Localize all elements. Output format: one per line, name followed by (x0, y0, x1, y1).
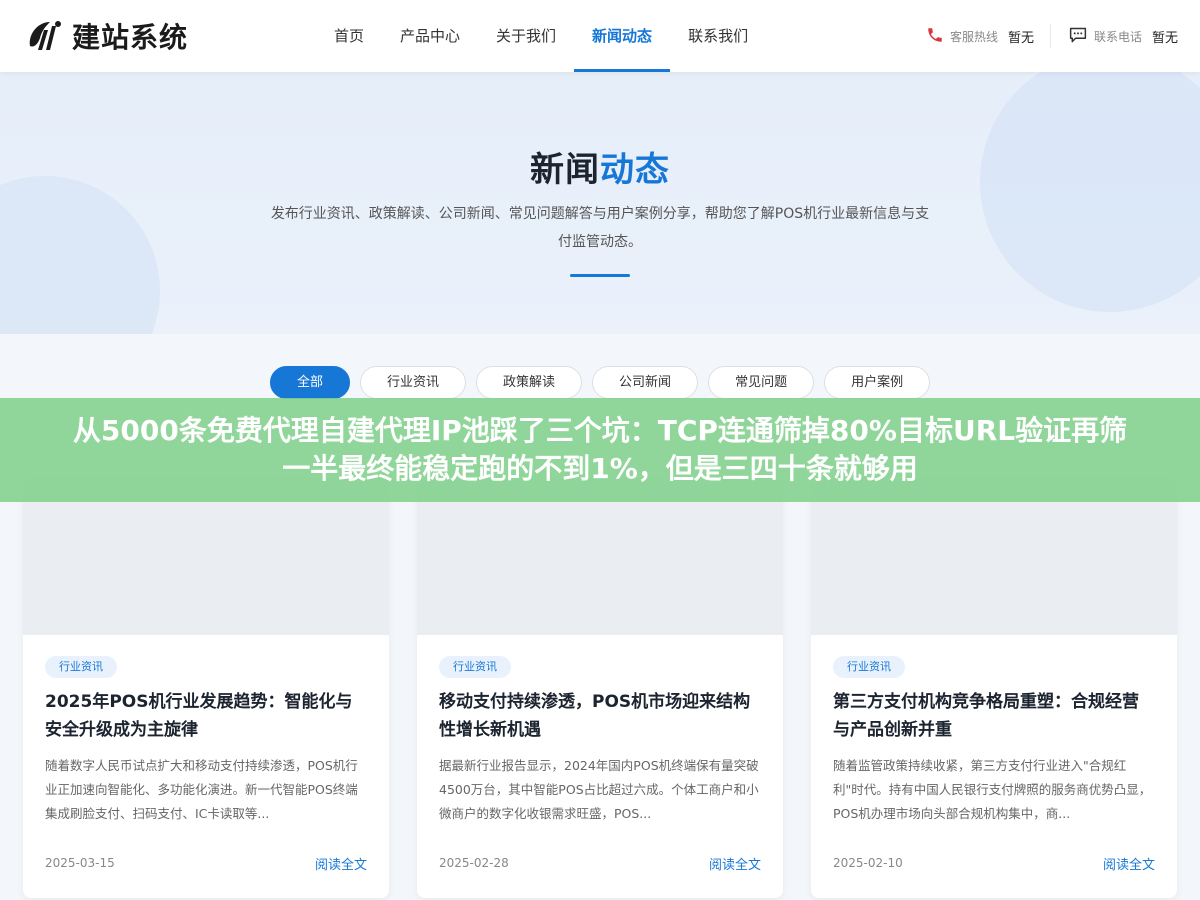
hotline-value: 暂无 (1008, 30, 1035, 46)
news-excerpt: 据最新行业报告显示，2024年国内POS机终端保有量突破4500万台，其中智能P… (439, 758, 759, 821)
news-tag: 行业资讯 (45, 656, 117, 678)
decorative-circle (980, 72, 1200, 312)
main-nav: 首页 产品中心 关于我们 新闻动态 联系我们 (316, 0, 766, 72)
overlay-text: 从5000条免费代理自建代理IP池踩了三个坑：TCP连通筛掉80%目标URL验证… (72, 414, 1128, 485)
read-more-link[interactable]: 阅读全文 (709, 854, 761, 873)
nav-contact[interactable]: 联系我们 (670, 0, 766, 72)
news-card[interactable]: 行业资讯 移动支付持续渗透，POS机市场迎来结构性增长新机遇 据最新行业报告显示… (417, 478, 783, 898)
page-title-accent: 动态 (600, 150, 670, 190)
hero-banner: 新闻动态 发布行业资讯、政策解读、公司新闻、常见问题解答与用户案例分享，帮助您了… (0, 72, 1200, 334)
category-tabs: 全部 行业资讯 政策解读 公司新闻 常见问题 用户案例 (270, 366, 931, 399)
news-title[interactable]: 第三方支付机构竞争格局重塑：合规经营与产品创新并重 (833, 688, 1155, 744)
title-underline (570, 274, 630, 277)
tab-company[interactable]: 公司新闻 (592, 366, 699, 399)
hotline: 客服热线 暂无 (926, 0, 1034, 72)
hotline-label: 客服热线 (950, 29, 999, 44)
phone-value: 暂无 (1152, 30, 1179, 46)
page-title-prefix: 新闻 (530, 150, 600, 190)
nav-products[interactable]: 产品中心 (382, 0, 478, 72)
decorative-circle (0, 176, 160, 334)
chat-icon (1068, 26, 1088, 47)
tab-industry[interactable]: 行业资讯 (360, 366, 467, 399)
page-description: 发布行业资讯、政策解读、公司新闻、常见问题解答与用户案例分享，帮助您了解POS机… (270, 206, 930, 250)
news-title[interactable]: 2025年POS机行业发展趋势：智能化与安全升级成为主旋律 (45, 688, 367, 744)
header-divider (1050, 24, 1051, 48)
overlay-banner: 从5000条免费代理自建代理IP池踩了三个坑：TCP连通筛掉80%目标URL验证… (0, 398, 1200, 502)
logo-icon (24, 16, 64, 56)
tab-cases[interactable]: 用户案例 (824, 366, 931, 399)
news-excerpt: 随着监管政策持续收紧，第三方支付行业进入"合规红利"时代。持有中国人民银行支付牌… (833, 758, 1152, 821)
phone-label: 联系电话 (1094, 29, 1143, 44)
site-header: 建站系统 首页 产品中心 关于我们 新闻动态 联系我们 客服热线 暂无 联系电话… (0, 0, 1200, 72)
nav-news[interactable]: 新闻动态 (574, 0, 671, 72)
news-date: 2025-03-15 (45, 856, 115, 870)
news-title[interactable]: 移动支付持续渗透，POS机市场迎来结构性增长新机遇 (439, 688, 761, 744)
tab-policy[interactable]: 政策解读 (476, 366, 583, 399)
phone-icon (926, 26, 944, 47)
tab-faq[interactable]: 常见问题 (708, 366, 815, 399)
logo-text: 建站系统 (72, 21, 189, 54)
read-more-link[interactable]: 阅读全文 (1103, 854, 1155, 873)
nav-home[interactable]: 首页 (316, 0, 382, 72)
tab-all[interactable]: 全部 (270, 366, 351, 399)
nav-about[interactable]: 关于我们 (478, 0, 574, 72)
logo[interactable]: 建站系统 (24, 16, 188, 56)
news-tag: 行业资讯 (439, 656, 511, 678)
contact-phone: 联系电话 暂无 (1068, 0, 1178, 72)
read-more-link[interactable]: 阅读全文 (315, 854, 367, 873)
page-title: 新闻动态 (0, 142, 1200, 191)
news-tag: 行业资讯 (833, 656, 905, 678)
news-card[interactable]: 行业资讯 2025年POS机行业发展趋势：智能化与安全升级成为主旋律 随着数字人… (23, 478, 389, 898)
news-card[interactable]: 行业资讯 第三方支付机构竞争格局重塑：合规经营与产品创新并重 随着监管政策持续收… (811, 478, 1177, 898)
news-date: 2025-02-10 (833, 856, 903, 870)
news-excerpt: 随着数字人民币试点扩大和移动支付持续渗透，POS机行业正加速向智能化、多功能化演… (45, 758, 358, 821)
news-date: 2025-02-28 (439, 856, 509, 870)
